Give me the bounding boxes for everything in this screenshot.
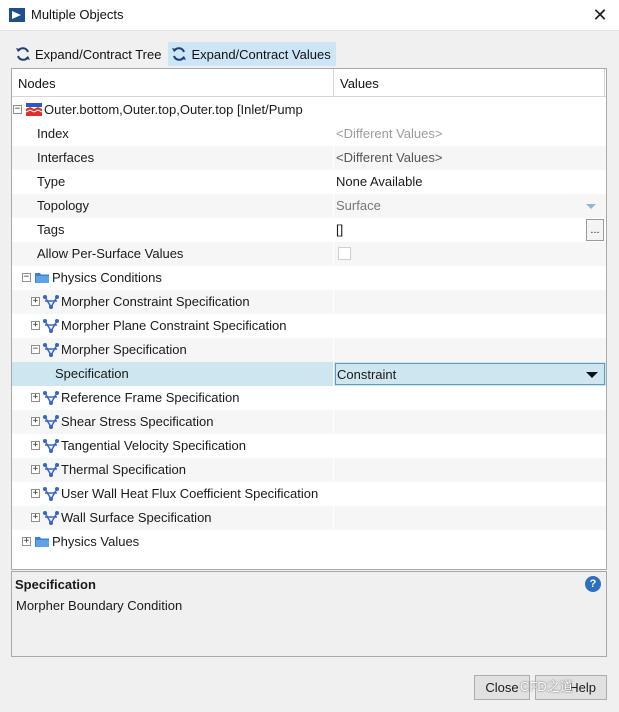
boundary-icon <box>26 103 42 116</box>
morpher-spec-label: Morpher Specification <box>61 342 187 357</box>
tree-row-interfaces[interactable]: Interfaces <Different Values> <box>12 146 606 170</box>
description-title: Specification <box>15 577 96 592</box>
chevron-down-icon <box>586 372 598 378</box>
specification-dropdown[interactable]: Constraint <box>335 363 605 385</box>
expand-toggle[interactable]: + <box>22 537 31 546</box>
tags-edit-button[interactable]: ... <box>586 219 604 241</box>
index-value: <Different Values> <box>336 126 443 141</box>
chevron-down-icon <box>586 204 596 209</box>
morpher-constraint-label: Morpher Constraint Specification <box>61 294 250 309</box>
ref-frame-label: Reference Frame Specification <box>61 390 240 405</box>
folder-icon <box>35 537 49 547</box>
window-close-button[interactable]: ✕ <box>589 4 611 26</box>
collapse-toggle[interactable]: − <box>13 105 22 114</box>
tree-row-user-wall[interactable]: + User Wall Heat Flux Coefficient Specif… <box>12 482 606 506</box>
interfaces-label: Interfaces <box>37 150 95 165</box>
wall-surface-label: Wall Surface Specification <box>61 510 212 525</box>
tree-row-per-surface[interactable]: Allow Per-Surface Values <box>12 242 606 266</box>
description-text: Morpher Boundary Condition <box>16 598 183 613</box>
expand-contract-tree-button[interactable]: Expand/Contract Tree <box>12 42 166 66</box>
topology-value: Surface <box>336 198 381 213</box>
tree-row-shear-stress[interactable]: + Shear Stress Specification <box>12 410 606 434</box>
per-surface-checkbox[interactable] <box>338 247 351 260</box>
tree-row-tags[interactable]: Tags [] ... <box>12 218 606 242</box>
expand-toggle[interactable]: + <box>31 393 40 402</box>
tree-row-type[interactable]: Type None Available <box>12 170 606 194</box>
physics-condition-icon <box>43 343 59 357</box>
physics-conditions-label: Physics Conditions <box>52 270 162 285</box>
tree-row-physics-values[interactable]: + Physics Values <box>12 530 606 554</box>
topology-dropdown[interactable]: Surface <box>334 194 606 218</box>
type-label: Type <box>37 174 66 189</box>
tags-label: Tags <box>37 222 65 237</box>
physics-condition-icon <box>43 391 59 405</box>
expand-toggle[interactable]: + <box>31 441 40 450</box>
physics-condition-icon <box>43 319 59 333</box>
expand-toggle[interactable]: + <box>31 489 40 498</box>
specification-label: Specification <box>55 366 129 381</box>
expand-contract-tree-label: Expand/Contract Tree <box>35 46 162 62</box>
user-wall-label: User Wall Heat Flux Coefficient Specific… <box>61 486 319 501</box>
column-divider[interactable] <box>333 69 334 97</box>
tree-row-topology[interactable]: Topology Surface <box>12 194 606 218</box>
tree-row-physics-conditions[interactable]: − Physics Conditions <box>12 266 606 290</box>
title-bar: Multiple Objects ✕ <box>0 0 619 31</box>
property-tree: Nodes Values − Outer.bottom,Outer.top,Ou… <box>11 68 607 570</box>
tree-row-ref-frame[interactable]: + Reference Frame Specification <box>12 386 606 410</box>
expand-toggle[interactable]: + <box>31 321 40 330</box>
expand-contract-values-label: Expand/Contract Values <box>191 46 331 62</box>
tree-row-root[interactable]: − Outer.bottom,Outer.top,Outer.top [Inle… <box>12 98 606 122</box>
root-node-label: Outer.bottom,Outer.top,Outer.top [Inlet/… <box>44 102 303 117</box>
interfaces-value: <Different Values> <box>336 150 443 165</box>
folder-icon <box>35 273 49 283</box>
tree-row-morpher-plane[interactable]: + Morpher Plane Constraint Specification <box>12 314 606 338</box>
physics-condition-icon <box>43 511 59 525</box>
tree-row-wall-surface[interactable]: + Wall Surface Specification <box>12 506 606 530</box>
column-header-nodes[interactable]: Nodes <box>18 76 56 91</box>
tree-row-index[interactable]: Index <Different Values> <box>12 122 606 146</box>
topology-label: Topology <box>37 198 90 213</box>
physics-condition-icon <box>43 295 59 309</box>
expand-toggle[interactable]: + <box>31 513 40 522</box>
index-label: Index <box>37 126 69 141</box>
physics-values-label: Physics Values <box>52 534 140 549</box>
toolbar: Expand/Contract Tree Expand/Contract Val… <box>12 42 336 66</box>
expand-toggle[interactable]: + <box>31 417 40 426</box>
expand-toggle[interactable]: + <box>31 465 40 474</box>
refresh-icon <box>16 47 30 61</box>
column-header-values[interactable]: Values <box>340 76 379 91</box>
refresh-icon <box>172 47 187 61</box>
expand-toggle[interactable]: + <box>31 297 40 306</box>
expand-contract-values-button[interactable]: Expand/Contract Values <box>168 42 336 66</box>
thermal-label: Thermal Specification <box>61 462 186 477</box>
tags-value[interactable]: [] <box>336 222 343 237</box>
shear-stress-label: Shear Stress Specification <box>61 414 214 429</box>
tree-row-thermal[interactable]: + Thermal Specification <box>12 458 606 482</box>
watermark-text: CFD之道 <box>520 679 573 694</box>
type-value: None Available <box>336 174 423 189</box>
tangential-label: Tangential Velocity Specification <box>61 438 247 453</box>
tree-header: Nodes Values <box>12 69 606 97</box>
help-icon[interactable]: ? <box>585 576 601 592</box>
app-logo-icon <box>9 8 25 22</box>
collapse-toggle[interactable]: − <box>31 345 40 354</box>
column-divider <box>604 69 605 97</box>
physics-condition-icon <box>43 415 59 429</box>
tree-row-specification[interactable]: Specification Constraint <box>12 362 606 386</box>
window-title: Multiple Objects <box>31 7 124 22</box>
tree-row-tangential[interactable]: + Tangential Velocity Specification <box>12 434 606 458</box>
physics-condition-icon <box>43 463 59 477</box>
description-panel: Specification ? Morpher Boundary Conditi… <box>11 571 607 657</box>
tree-row-morpher-constraint[interactable]: + Morpher Constraint Specification <box>12 290 606 314</box>
per-surface-label: Allow Per-Surface Values <box>37 246 184 261</box>
collapse-toggle[interactable]: − <box>22 273 31 282</box>
tree-row-morpher-spec[interactable]: − Morpher Specification <box>12 338 606 362</box>
physics-condition-icon <box>43 439 59 453</box>
morpher-plane-label: Morpher Plane Constraint Specification <box>61 318 287 333</box>
specification-value: Constraint <box>337 367 397 382</box>
physics-condition-icon <box>43 487 59 501</box>
